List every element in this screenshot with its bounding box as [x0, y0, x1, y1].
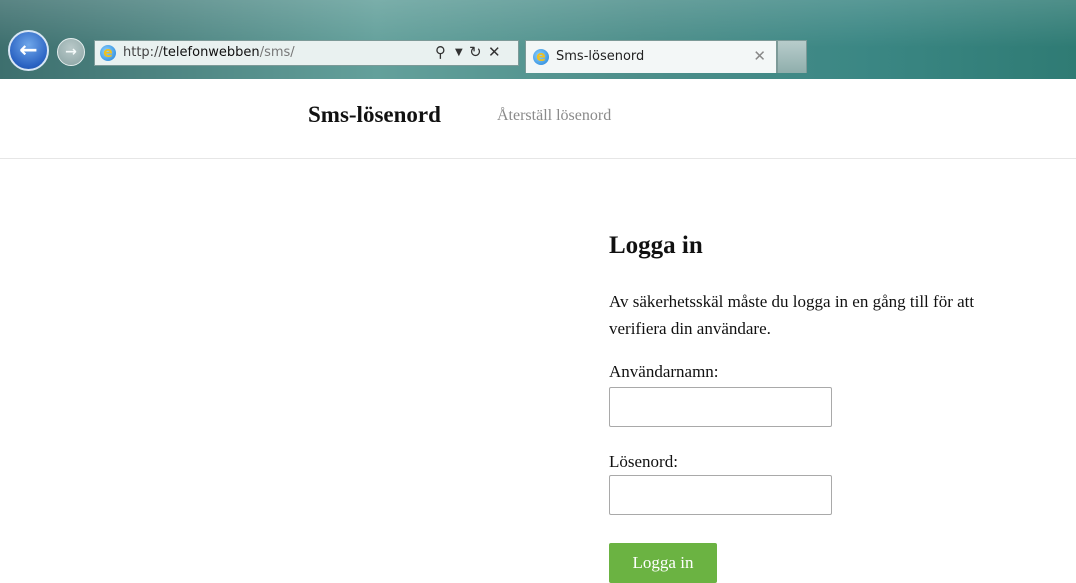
arrow-left-icon: ← — [19, 38, 38, 63]
ie-logo-icon: e — [100, 45, 116, 61]
url-text[interactable]: http://telefonwebben/sms/ — [123, 45, 295, 60]
tab-title: Sms-lösenord — [556, 49, 645, 64]
back-button[interactable]: ← — [8, 30, 49, 71]
reset-password-link[interactable]: Återställ lösenord — [497, 107, 611, 125]
refresh-icon[interactable]: ↻ — [469, 43, 482, 61]
password-input[interactable] — [609, 475, 832, 515]
url-path: /sms/ — [259, 45, 295, 60]
url-host: telefonwebben — [162, 45, 260, 60]
search-icon[interactable]: ⚲ — [435, 43, 446, 61]
new-tab-button[interactable] — [777, 40, 807, 73]
login-button[interactable]: Logga in — [609, 543, 717, 583]
chevron-down-icon[interactable]: ▼ — [455, 47, 463, 58]
forward-button[interactable]: → — [57, 38, 85, 66]
browser-chrome: ← → e http://telefonwebben/sms/ ⚲ ▼ ↻ ✕ … — [0, 0, 1076, 79]
site-header: Sms-lösenord Återställ lösenord — [0, 79, 1076, 159]
url-scheme: http:// — [123, 45, 163, 60]
login-heading: Logga in — [609, 232, 703, 259]
password-label: Lösenord: — [609, 452, 678, 471]
login-panel: Logga in Av säkerhetsskäl måste du logga… — [609, 232, 1029, 583]
tab-close-icon[interactable]: ✕ — [753, 47, 766, 65]
site-brand[interactable]: Sms-lösenord — [308, 102, 441, 128]
login-intro-text: Av säkerhetsskäl måste du logga in en gå… — [609, 292, 975, 338]
username-input[interactable] — [609, 387, 832, 427]
arrow-right-icon: → — [65, 44, 77, 60]
username-label: Användarnamn: — [609, 362, 719, 381]
browser-tab[interactable]: e Sms-lösenord ✕ — [525, 40, 777, 73]
ie-logo-icon: e — [533, 49, 549, 65]
stop-icon[interactable]: ✕ — [488, 43, 501, 61]
address-bar[interactable]: e http://telefonwebben/sms/ ⚲ ▼ ↻ ✕ — [94, 40, 519, 66]
